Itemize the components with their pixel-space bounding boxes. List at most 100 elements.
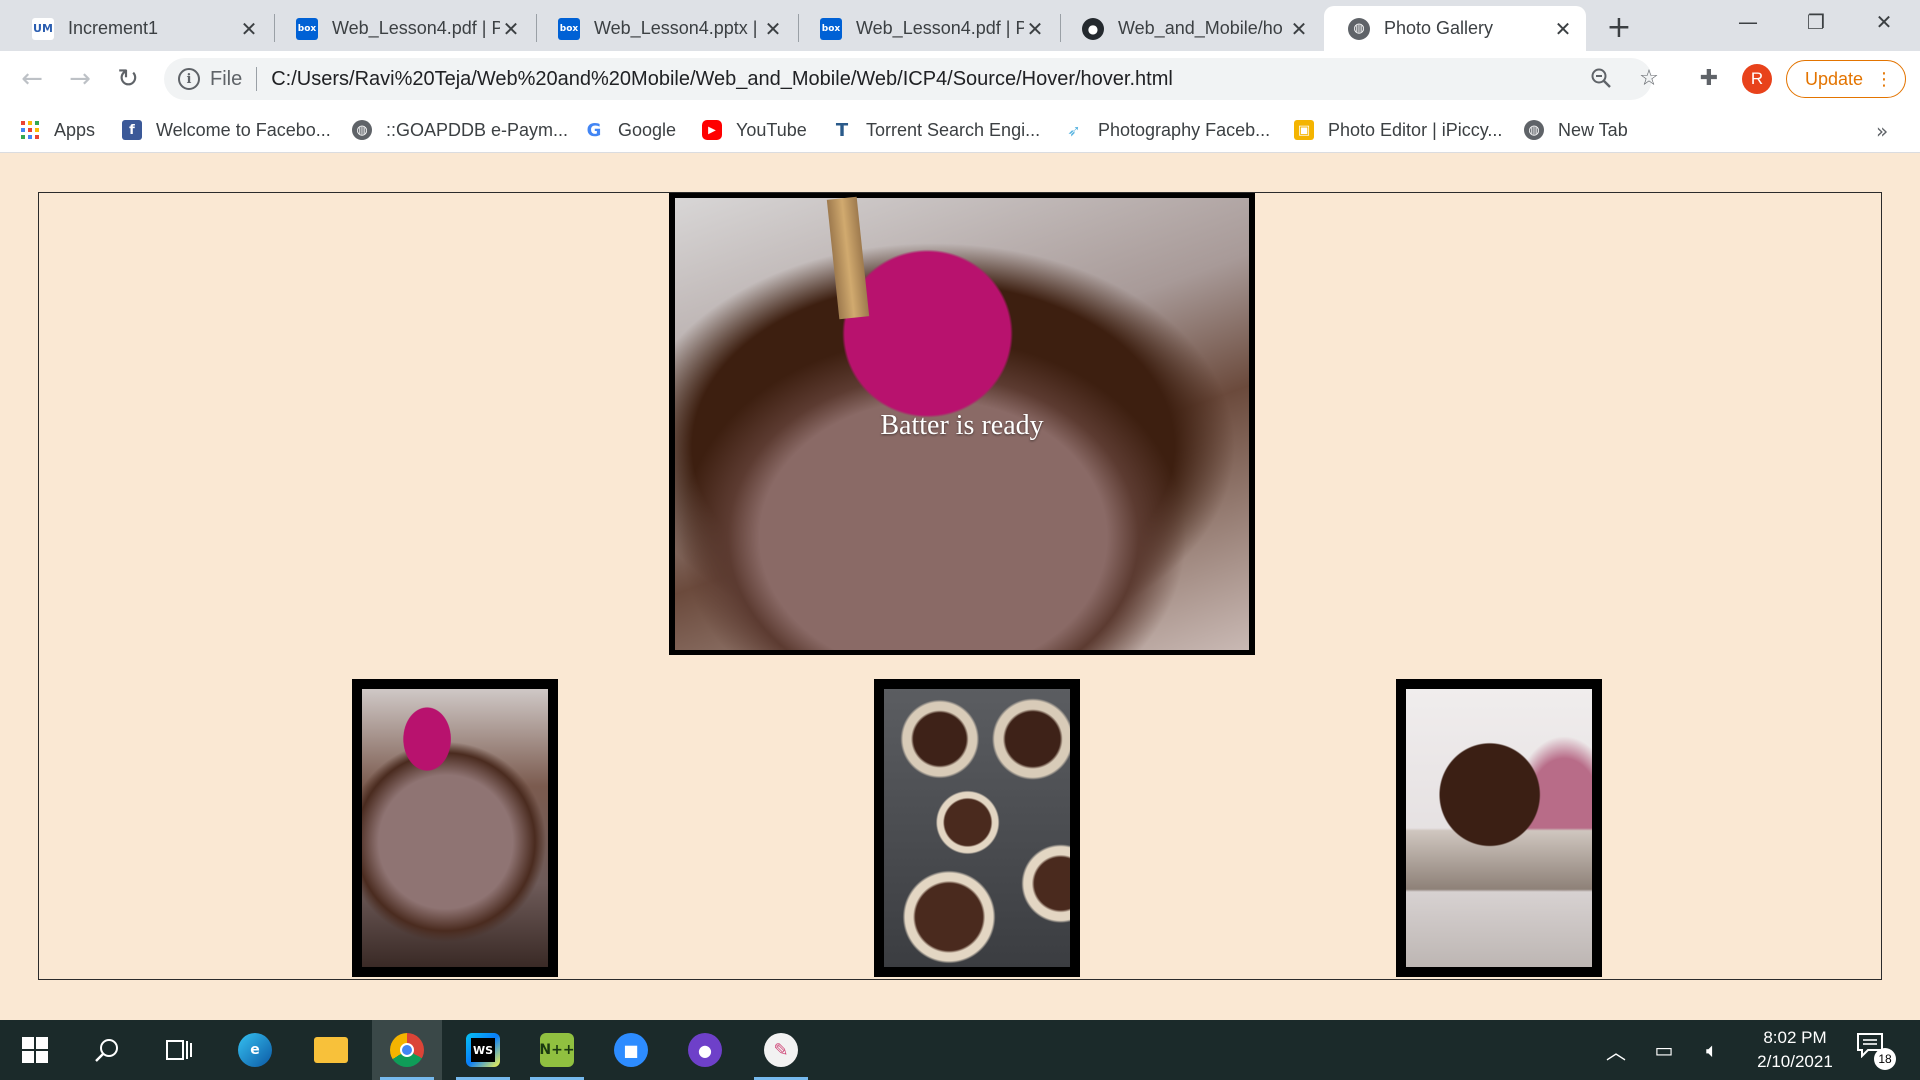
tab-web-lesson4-pptx[interactable]: box Web_Lesson4.pptx | P ✕ (534, 6, 796, 51)
notepad-plus-icon[interactable]: N++ (522, 1020, 592, 1080)
bookmark-label: Google (618, 119, 677, 140)
clock[interactable]: 8:02 PM 2/10/2021 (1740, 1026, 1850, 1074)
tab-title: Increment1 (68, 18, 159, 38)
bookmarks-overflow-icon[interactable]: » (1876, 119, 1888, 143)
bookmark-label: Apps (54, 119, 96, 140)
webstorm-icon[interactable]: WS (448, 1020, 518, 1080)
bookmark-label: New Tab (1558, 119, 1628, 140)
notification-count-badge: 18 (1874, 1048, 1896, 1070)
show-hidden-icons-icon[interactable]: ︿ (1598, 1020, 1634, 1080)
box-icon: box (296, 17, 318, 40)
reload-icon[interactable]: ↻ (110, 61, 146, 97)
bookmark-label: ::GOAPDDB e-Paym... (386, 119, 569, 140)
file-explorer-icon[interactable] (296, 1020, 366, 1080)
clock-date: 2/10/2021 (1757, 1052, 1833, 1071)
bookmark-apps[interactable]: Apps (20, 115, 95, 145)
start-icon[interactable] (0, 1020, 70, 1080)
photo-gallery: Batter is ready (38, 192, 1882, 980)
url-text[interactable]: C:/Users/Ravi%20Teja/Web%20and%20Mobile/… (271, 68, 1173, 91)
tab-title: Web_Lesson4.pdf | P (332, 18, 500, 38)
task-view-icon[interactable] (144, 1020, 214, 1080)
bookmark-facebook[interactable]: f Welcome to Facebo... (122, 115, 331, 145)
bookmarks-bar: Apps f Welcome to Facebo... ◍ ::GOAPDDB … (0, 107, 1920, 153)
new-tab-button[interactable]: + (1602, 10, 1636, 45)
thumbnail-muffin-tin[interactable] (874, 679, 1080, 977)
bookmark-label: Torrent Search Engi... (866, 119, 1041, 140)
menu-kebab-icon[interactable]: ⋮ (1875, 69, 1893, 90)
thumbnail-image (362, 689, 548, 967)
notification-center-icon[interactable]: 18 (1856, 1032, 1896, 1070)
volume-icon[interactable]: 🔈︎ (1694, 1020, 1730, 1080)
back-icon[interactable]: ← (14, 61, 50, 97)
paint-icon[interactable]: ✎ (746, 1020, 816, 1080)
google-icon: G (586, 119, 602, 141)
bookmark-label: YouTube (736, 119, 807, 140)
profile-avatar[interactable]: R (1742, 64, 1772, 94)
close-icon[interactable]: ✕ (500, 17, 522, 41)
edge-icon[interactable]: e (220, 1020, 290, 1080)
restore-icon[interactable]: ❐ (1782, 0, 1850, 44)
tab-title: Web_Lesson4.pdf | P (856, 18, 1024, 38)
close-icon[interactable]: ✕ (1024, 17, 1046, 41)
minimize-icon[interactable]: — (1714, 0, 1782, 44)
update-button[interactable]: Update ⋮ (1786, 60, 1906, 98)
globe-icon: ◍ (352, 120, 372, 140)
tab-web-lesson4-pdf[interactable]: box Web_Lesson4.pdf | P ✕ (272, 6, 534, 51)
battery-icon[interactable]: ▭ (1646, 1020, 1682, 1080)
zoom-icon[interactable]: ■ (596, 1020, 666, 1080)
thumbnail-cupcake[interactable] (1396, 679, 1602, 977)
close-window-icon[interactable]: ✕ (1850, 0, 1918, 44)
thumbnail-batter[interactable] (352, 679, 558, 977)
tab-increment1[interactable]: UM Increment1 ✕ (8, 6, 272, 51)
zoom-icon[interactable] (1586, 63, 1616, 93)
update-label: Update (1805, 68, 1864, 89)
featured-photo-image: Batter is ready (675, 196, 1249, 650)
umkc-icon: UM (32, 17, 54, 40)
bookmark-google[interactable]: G Google (584, 115, 676, 145)
clock-time: 8:02 PM (1763, 1028, 1827, 1047)
tab-github[interactable]: ● Web_and_Mobile/ho ✕ (1058, 6, 1322, 51)
spatula-handle (826, 196, 870, 320)
tab-title: Photo Gallery (1384, 18, 1494, 38)
bookmark-star-icon[interactable]: ☆ (1634, 63, 1664, 93)
bookmark-new-tab[interactable]: ◍ New Tab (1524, 115, 1628, 145)
bookmark-label: Photography Faceb... (1098, 119, 1271, 140)
search-icon[interactable] (72, 1020, 142, 1080)
address-bar[interactable]: i File C:/Users/Ravi%20Teja/Web%20and%20… (164, 58, 1652, 100)
tab-title: Web_and_Mobile/ho (1118, 18, 1283, 38)
info-icon[interactable]: i (178, 68, 200, 90)
tab-web-lesson4-pdf-2[interactable]: box Web_Lesson4.pdf | P ✕ (796, 6, 1058, 51)
apps-grid-icon (20, 120, 40, 140)
tab-strip: UM Increment1 ✕ box Web_Lesson4.pdf | P … (0, 0, 1920, 51)
close-icon[interactable]: ✕ (762, 17, 784, 41)
bookmark-torrent[interactable]: T Torrent Search Engi... (832, 115, 1040, 145)
close-icon[interactable]: ✕ (1288, 17, 1310, 41)
address-divider (256, 67, 258, 91)
globe-icon: ◍ (1348, 17, 1370, 40)
page-viewport: Batter is ready (0, 154, 1920, 1020)
ipiccy-icon: ▣ (1294, 120, 1314, 140)
forward-icon[interactable]: → (62, 61, 98, 97)
close-icon[interactable]: ✕ (1552, 17, 1574, 41)
bookmark-goapddb[interactable]: ◍ ::GOAPDDB e-Paym... (352, 115, 568, 145)
globe-icon: ◍ (1524, 120, 1544, 140)
browser-toolbar: ← → ↻ i File C:/Users/Ravi%20Teja/Web%20… (0, 51, 1920, 107)
youtube-icon: ▶ (702, 120, 722, 140)
bookmark-ipiccy[interactable]: ▣ Photo Editor | iPiccy... (1294, 115, 1502, 145)
bookmark-youtube[interactable]: ▶ YouTube (702, 115, 807, 145)
bookmark-label: Photo Editor | iPiccy... (1328, 119, 1503, 140)
box-icon: box (820, 17, 842, 40)
close-icon[interactable]: ✕ (238, 17, 260, 41)
featured-photo[interactable]: Batter is ready (669, 193, 1255, 655)
chrome-icon[interactable] (372, 1020, 442, 1080)
scheme-label: File (210, 67, 243, 90)
bookmark-photography[interactable]: ➶ Photography Faceb... (1064, 115, 1270, 145)
tab-title: Web_Lesson4.pptx | P (594, 18, 762, 38)
featured-caption: Batter is ready (880, 410, 1044, 441)
extensions-icon[interactable]: ✚ (1694, 63, 1724, 93)
tab-photo-gallery[interactable]: ◍ Photo Gallery ✕ (1324, 6, 1586, 51)
github-desktop-icon[interactable]: ● (670, 1020, 740, 1080)
torrentz-icon: T (835, 119, 849, 141)
thumbnail-image (884, 689, 1070, 967)
bookmark-label: Welcome to Facebo... (156, 119, 331, 140)
